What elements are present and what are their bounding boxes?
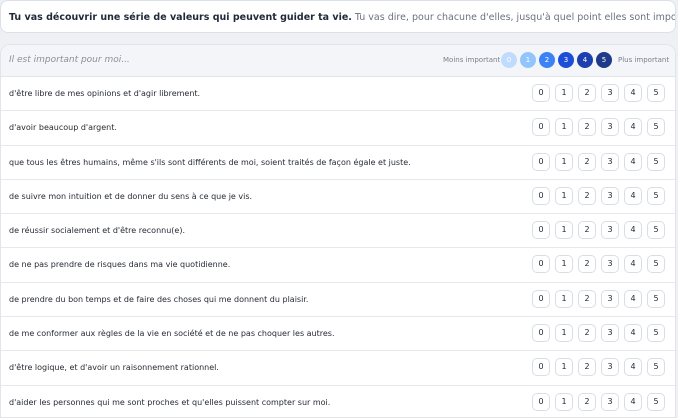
value-item-text: que tous les êtres humains, même s'ils s…	[9, 157, 411, 167]
rating-option-button[interactable]: 3	[601, 392, 619, 411]
rating-option-button[interactable]: 5	[647, 392, 665, 411]
rating-option-button[interactable]: 5	[647, 186, 665, 205]
rating-option-button[interactable]: 5	[647, 152, 665, 171]
rating-option-button[interactable]: 1	[555, 221, 573, 240]
rating-option-button[interactable]: 5	[647, 84, 665, 102]
scale-high-label: Plus important	[618, 56, 670, 64]
questionnaire-header: Il est important pour moi... Moins impor…	[1, 45, 675, 77]
rating-option-button[interactable]: 0	[532, 186, 550, 205]
scale-legend-dot: 3	[558, 52, 574, 68]
value-item-row: de me conformer aux règles de la vie en …	[1, 317, 675, 352]
value-item-text: de ne pas prendre de risques dans ma vie…	[9, 260, 231, 270]
intro-title: Tu vas découvrir une série de valeurs qu…	[9, 12, 352, 23]
rating-option-button[interactable]: 4	[624, 221, 642, 240]
value-item-row: que tous les êtres humains, même s'ils s…	[1, 146, 675, 180]
scale-legend-dot: 5	[596, 52, 612, 68]
rating-option-button[interactable]: 2	[578, 358, 596, 377]
rating-option-button[interactable]: 2	[578, 84, 596, 102]
value-item-text: de réussir socialement et d'être reconnu…	[9, 226, 185, 236]
intro-banner: Tu vas découvrir une série de valeurs qu…	[0, 0, 676, 33]
rating-option-button[interactable]: 1	[555, 84, 573, 102]
rating-option-button[interactable]: 1	[555, 186, 573, 205]
rating-option-button[interactable]: 2	[578, 186, 596, 205]
rating-option-button[interactable]: 5	[647, 255, 665, 274]
value-item-row: de réussir socialement et d'être reconnu…	[1, 214, 675, 249]
rating-option-button[interactable]: 4	[624, 84, 642, 102]
value-item-row: d'être logique, et d'avoir un raisonneme…	[1, 351, 675, 386]
rating-option-button[interactable]: 0	[532, 358, 550, 377]
value-item-row: de suivre mon intuition et de donner du …	[1, 180, 675, 215]
value-item-row: de prendre du bon temps et de faire des …	[1, 283, 675, 318]
rating-option-button[interactable]: 3	[601, 152, 619, 171]
rating-option-button[interactable]: 4	[624, 289, 642, 308]
value-item-row: d'avoir beaucoup d'argent. 0 1 2 3 4 5	[1, 111, 675, 146]
rating-option-button[interactable]: 0	[532, 152, 550, 171]
rating-option-button[interactable]: 1	[555, 358, 573, 377]
rating-option-button[interactable]: 4	[624, 324, 642, 343]
rating-option-button[interactable]: 3	[601, 255, 619, 274]
values-questionnaire: Il est important pour moi... Moins impor…	[0, 44, 676, 418]
scale-low-label: Moins important	[443, 56, 501, 64]
rating-option-button[interactable]: 0	[532, 255, 550, 274]
rating-option-button[interactable]: 2	[578, 255, 596, 274]
question-prompt: Il est important pour moi...	[9, 55, 130, 65]
rating-option-button[interactable]: 1	[555, 392, 573, 411]
rating-option-button[interactable]: 4	[624, 186, 642, 205]
rating-option-button[interactable]: 4	[624, 358, 642, 377]
value-item-row: de ne pas prendre de risques dans ma vie…	[1, 248, 675, 283]
rating-option-button[interactable]: 3	[601, 324, 619, 343]
value-item-text: de suivre mon intuition et de donner du …	[9, 191, 253, 201]
rating-option-button[interactable]: 2	[578, 392, 596, 411]
value-item-text: d'être libre de mes opinions et d'agir l…	[9, 89, 201, 98]
rating-option-button[interactable]: 5	[647, 289, 665, 308]
value-item-text: de me conformer aux règles de la vie en …	[9, 329, 335, 339]
rating-option-button[interactable]: 2	[578, 221, 596, 240]
rating-option-button[interactable]: 5	[647, 118, 665, 137]
rating-option-button[interactable]: 0	[532, 84, 550, 102]
rating-option-button[interactable]: 2	[578, 324, 596, 343]
rating-option-button[interactable]: 1	[555, 255, 573, 274]
scale-legend-dot: 1	[520, 52, 536, 68]
value-items-list: d'être libre de mes opinions et d'agir l…	[1, 77, 675, 417]
rating-option-button[interactable]: 0	[532, 118, 550, 137]
rating-option-button[interactable]: 2	[578, 118, 596, 137]
value-item-text: d'être logique, et d'avoir un raisonneme…	[9, 363, 219, 373]
rating-option-button[interactable]: 0	[532, 324, 550, 343]
scale-legend-dot: 4	[577, 52, 593, 68]
rating-option-button[interactable]: 0	[532, 289, 550, 308]
rating-option-button[interactable]: 3	[601, 358, 619, 377]
rating-option-button[interactable]: 4	[624, 392, 642, 411]
rating-option-button[interactable]: 1	[555, 118, 573, 137]
rating-option-button[interactable]: 3	[601, 118, 619, 137]
value-item-text: d'aider les personnes qui me sont proche…	[9, 397, 331, 407]
rating-option-button[interactable]: 2	[578, 289, 596, 308]
rating-option-button[interactable]: 4	[624, 152, 642, 171]
rating-option-button[interactable]: 5	[647, 358, 665, 377]
rating-option-button[interactable]: 4	[624, 255, 642, 274]
value-item-text: de prendre du bon temps et de faire des …	[9, 294, 309, 304]
scale-legend-dot: 2	[539, 52, 555, 68]
scale-legend-dot: 0	[501, 52, 517, 68]
rating-option-button[interactable]: 2	[578, 152, 596, 171]
rating-option-button[interactable]: 5	[647, 221, 665, 240]
value-item-row: d'être libre de mes opinions et d'agir l…	[1, 77, 675, 112]
rating-option-button[interactable]: 3	[601, 84, 619, 102]
value-item-row: d'aider les personnes qui me sont proche…	[1, 386, 675, 417]
value-item-text: d'avoir beaucoup d'argent.	[9, 123, 117, 133]
rating-option-button[interactable]: 0	[532, 392, 550, 411]
rating-option-button[interactable]: 3	[601, 221, 619, 240]
rating-option-button[interactable]: 4	[624, 118, 642, 137]
rating-option-button[interactable]: 5	[647, 324, 665, 343]
rating-option-button[interactable]: 1	[555, 152, 573, 171]
rating-option-button[interactable]: 3	[601, 289, 619, 308]
rating-option-button[interactable]: 1	[555, 324, 573, 343]
rating-option-button[interactable]: 3	[601, 186, 619, 205]
intro-instructions: Tu vas dire, pour chacune d'elles, jusqu…	[354, 12, 675, 23]
rating-option-button[interactable]: 0	[532, 221, 550, 240]
rating-option-button[interactable]: 1	[555, 289, 573, 308]
